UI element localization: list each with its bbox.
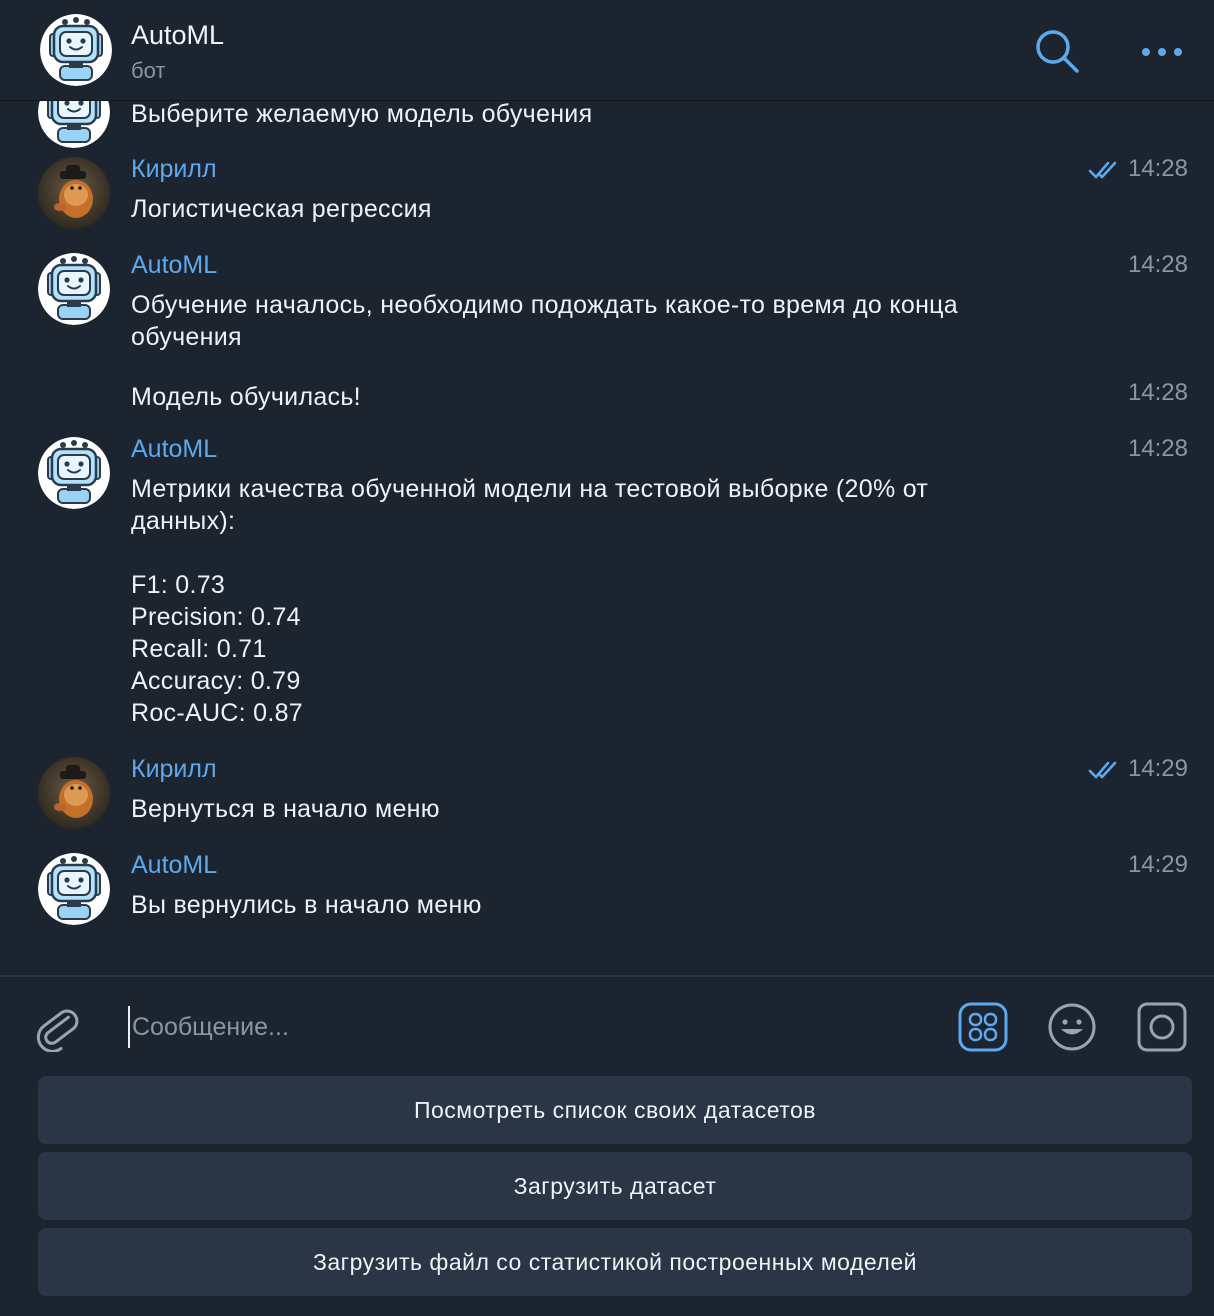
message-text: Обучение началось, необходимо подождать … [131,291,959,351]
bot-keyboard-icon[interactable] [958,1002,1008,1052]
message-time: 14:28 [1127,379,1188,406]
user-avatar[interactable] [38,757,110,829]
video-message-icon[interactable] [1137,1002,1187,1052]
double-check-icon [1088,761,1117,779]
message-text: Модель обучилась! [131,383,361,411]
composer-divider [0,975,1214,977]
message-text: Выберите желаемую модель обучения [131,100,593,128]
sender-name[interactable]: AutoML [131,251,217,280]
bot-avatar[interactable] [38,437,110,509]
message-time: 14:29 [1127,851,1188,878]
message-text: Метрики качества обученной модели на тес… [131,475,929,727]
message-time: 14:28 [1127,251,1188,278]
message-text: Вернуться в начало меню [131,795,440,823]
message-text: Логистическая регрессия [131,195,432,223]
more-icon[interactable] [1138,32,1186,72]
search-icon[interactable] [1034,28,1080,74]
keyboard-button-list-datasets[interactable]: Посмотреть список своих датасетов [38,1076,1192,1144]
keyboard-button-upload-stats[interactable]: Загрузить файл со статистикой построенны… [38,1228,1192,1296]
keyboard-button-upload-dataset[interactable]: Загрузить датасет [38,1152,1192,1220]
double-check-icon [1088,161,1117,179]
paperclip-icon[interactable] [34,1002,84,1052]
sender-name[interactable]: Кирилл [131,755,217,784]
sender-name[interactable]: Кирилл [131,155,217,184]
bot-avatar[interactable] [38,853,110,925]
bot-avatar[interactable] [40,14,112,86]
chat-area[interactable]: Выберите желаемую модель обучения Кирилл… [0,0,1214,975]
message-time: 14:28 [1127,155,1188,182]
emoji-icon[interactable] [1047,1002,1097,1052]
sender-name[interactable]: AutoML [131,435,217,464]
bot-avatar[interactable] [38,253,110,325]
user-avatar[interactable] [38,157,110,229]
chat-header: AutoML бот [0,0,1214,101]
chat-subtitle: бот [131,58,166,83]
message-text: Вы вернулись в начало меню [131,891,482,919]
chat-title[interactable]: AutoML [131,20,224,51]
message-input[interactable] [128,1006,934,1048]
message-time: 14:28 [1127,435,1188,462]
sender-name[interactable]: AutoML [131,851,217,880]
message-time: 14:29 [1127,755,1188,782]
